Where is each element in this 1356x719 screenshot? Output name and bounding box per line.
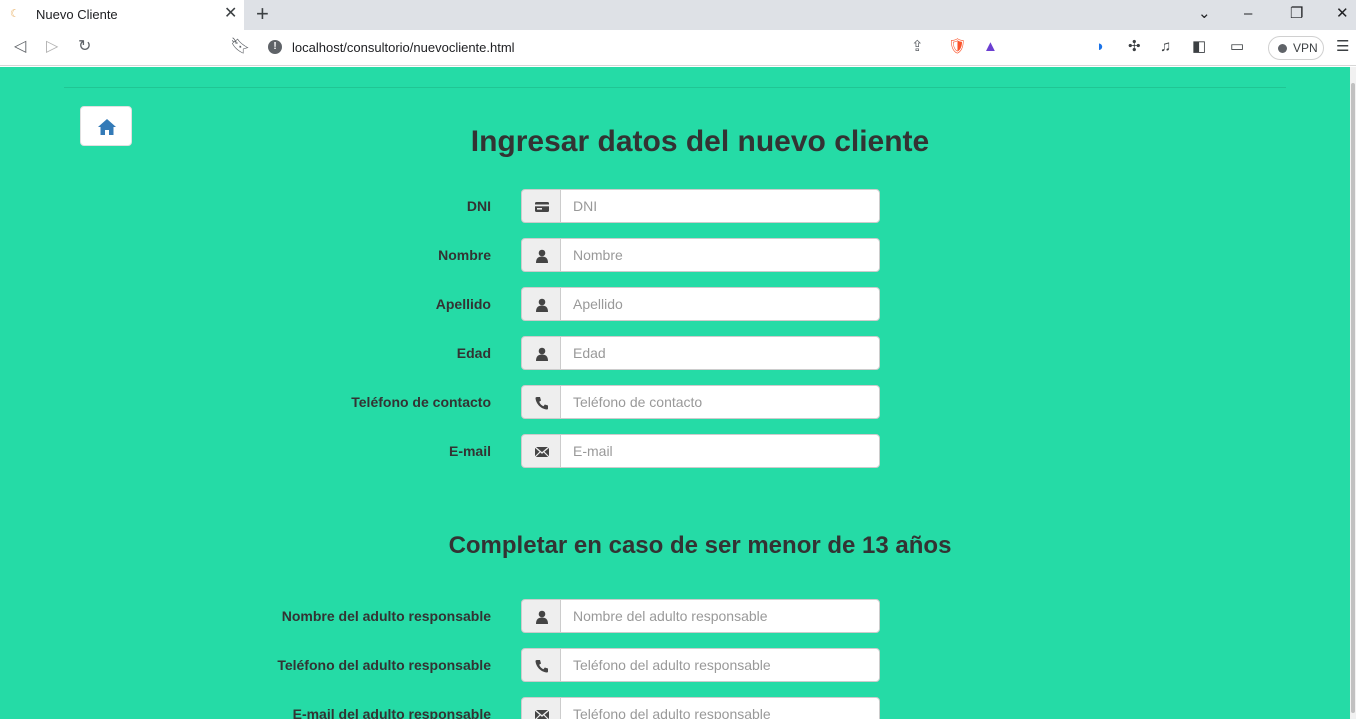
media-icon[interactable]: ♫ [1160, 38, 1171, 56]
guardian-email-input[interactable] [560, 697, 880, 719]
window-close-icon[interactable]: ✕ [1336, 4, 1349, 24]
wallet-icon[interactable]: ▭ [1230, 38, 1244, 56]
email-row: E-mail [0, 434, 1350, 468]
phone-icon [535, 397, 548, 410]
dni-row: DNI [0, 189, 1350, 223]
dni-addon [521, 189, 561, 223]
user-icon [536, 298, 548, 312]
apellido-label: Apellido [435, 296, 491, 312]
minor-section-title: Completar en caso de ser menor de 13 año… [448, 532, 952, 559]
apellido-addon [521, 287, 561, 321]
url-text: localhost/consultorio/nuevocliente.html [292, 40, 515, 55]
tab-title: Nuevo Cliente [36, 7, 118, 22]
edad-label: Edad [456, 345, 491, 361]
guardian-nombre-row: Nombre del adulto responsable [0, 599, 1350, 633]
dni-input[interactable] [560, 189, 880, 223]
guardian-telefono-input[interactable] [560, 648, 880, 682]
envelope-icon [534, 709, 550, 719]
phone-icon [535, 660, 548, 673]
bookmark-icon[interactable]: 🔖︎ [230, 37, 250, 57]
nombre-input[interactable] [560, 238, 880, 272]
vpn-button[interactable]: VPN [1268, 36, 1324, 60]
tab-favicon-icon: ☾ [10, 8, 20, 20]
nombre-label: Nombre [438, 247, 491, 263]
apellido-row: Apellido [0, 287, 1350, 321]
restore-icon[interactable]: ❐ [1290, 4, 1303, 24]
telefono-label: Teléfono de contacto [351, 394, 491, 410]
back-icon[interactable]: ◁ [14, 37, 26, 57]
guardian-email-label: E-mail del adulto responsable [292, 706, 491, 719]
top-divider [64, 87, 1286, 88]
telefono-row: Teléfono de contacto [0, 385, 1350, 419]
tab-close-icon[interactable]: ✕ [224, 5, 237, 23]
apellido-input[interactable] [560, 287, 880, 321]
brave-rewards-icon[interactable]: ▲ [983, 38, 998, 56]
browser-toolbar: ◁ ▷ ↻ 🔖︎ ! localhost/consultorio/nuevocl… [0, 30, 1356, 66]
guardian-telefono-row: Teléfono del adulto responsable [0, 648, 1350, 682]
guardian-telefono-label: Teléfono del adulto responsable [277, 657, 491, 673]
guardian-email-addon [521, 697, 561, 719]
browser-tab[interactable]: ☾ Nuevo Cliente ✕ [0, 0, 244, 30]
guardian-telefono-addon [521, 648, 561, 682]
new-tab-icon[interactable]: + [256, 3, 269, 25]
telefono-addon [521, 385, 561, 419]
user-icon [536, 610, 548, 624]
page-content: Ingresar datos del nuevo cliente DNI Nom… [0, 67, 1350, 719]
minimize-icon[interactable]: – [1244, 4, 1252, 24]
speedreader-icon[interactable]: ◗ [1096, 38, 1105, 56]
page-scrollbar[interactable] [1350, 67, 1356, 719]
id-card-icon [535, 202, 549, 212]
edad-row: Edad [0, 336, 1350, 370]
tab-search-chevron-icon[interactable]: ⌄ [1198, 4, 1211, 24]
share-icon[interactable]: ⇪ [911, 38, 924, 56]
forward-icon[interactable]: ▷ [46, 37, 58, 57]
vpn-label: VPN [1293, 41, 1318, 55]
guardian-nombre-label: Nombre del adulto responsable [281, 608, 491, 624]
menu-icon[interactable]: ☰ [1336, 38, 1349, 56]
edad-input[interactable] [560, 336, 880, 370]
page-title: Ingresar datos del nuevo cliente [470, 125, 930, 158]
email-label: E-mail [448, 443, 491, 459]
guardian-nombre-input[interactable] [560, 599, 880, 633]
scrollbar-thumb[interactable] [1351, 83, 1355, 713]
extensions-icon[interactable]: ✣ [1128, 38, 1141, 56]
user-icon [536, 249, 548, 263]
user-icon [536, 347, 548, 361]
nombre-row: Nombre [0, 238, 1350, 272]
sidebar-icon[interactable]: ◧ [1192, 38, 1206, 56]
site-info-icon[interactable]: ! [268, 40, 282, 54]
edad-addon [521, 336, 561, 370]
vpn-status-icon [1278, 44, 1287, 53]
address-bar[interactable]: ! localhost/consultorio/nuevocliente.htm… [258, 34, 1010, 61]
nombre-addon [521, 238, 561, 272]
email-input[interactable] [560, 434, 880, 468]
brave-shields-icon[interactable]: 🛡︎ [948, 38, 967, 56]
dni-label: DNI [466, 198, 491, 214]
envelope-icon [534, 446, 550, 458]
guardian-nombre-addon [521, 599, 561, 633]
telefono-input[interactable] [560, 385, 880, 419]
email-addon [521, 434, 561, 468]
browser-tabstrip: ☾ Nuevo Cliente ✕ + ⌄ – ❐ ✕ [0, 0, 1356, 30]
reload-icon[interactable]: ↻ [78, 37, 91, 57]
guardian-email-row: E-mail del adulto responsable [0, 697, 1350, 719]
